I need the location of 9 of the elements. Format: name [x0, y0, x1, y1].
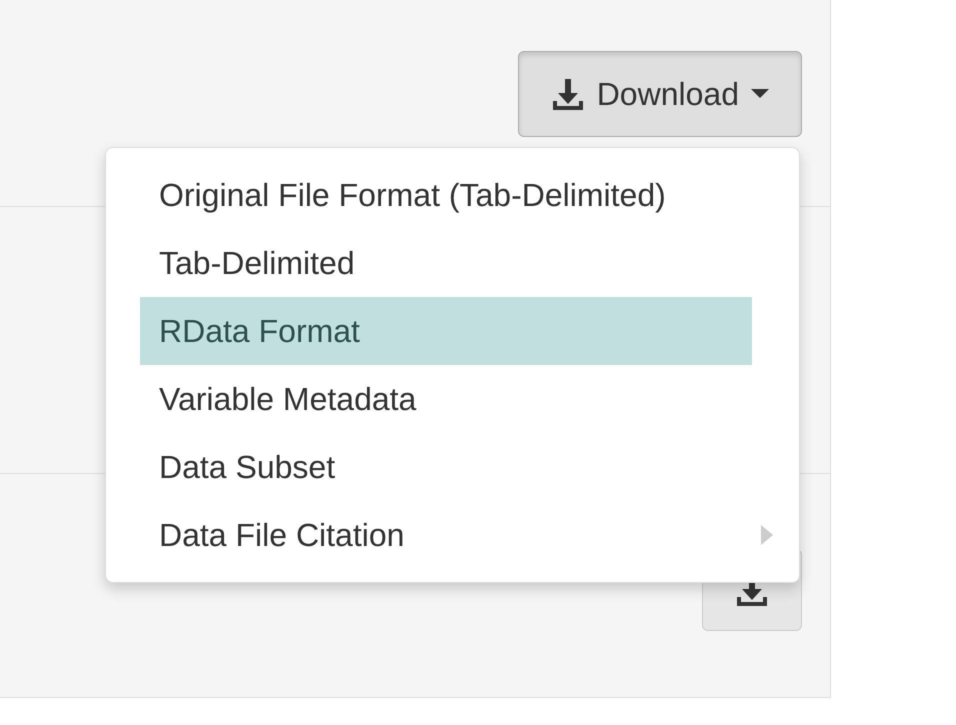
caret-icon [751, 89, 769, 99]
menu-item[interactable]: Tab-Delimited [140, 229, 752, 297]
menu-item[interactable]: Original File Format (Tab-Delimited) [140, 161, 752, 229]
download-icon [550, 77, 585, 111]
menu-item[interactable]: Data Subset [140, 433, 752, 501]
download-button[interactable]: Download [518, 51, 802, 137]
menu-item[interactable]: RData Format [140, 297, 752, 365]
menu-item[interactable]: Data File Citation [140, 501, 752, 569]
menu-item[interactable]: Variable Metadata [140, 365, 752, 433]
